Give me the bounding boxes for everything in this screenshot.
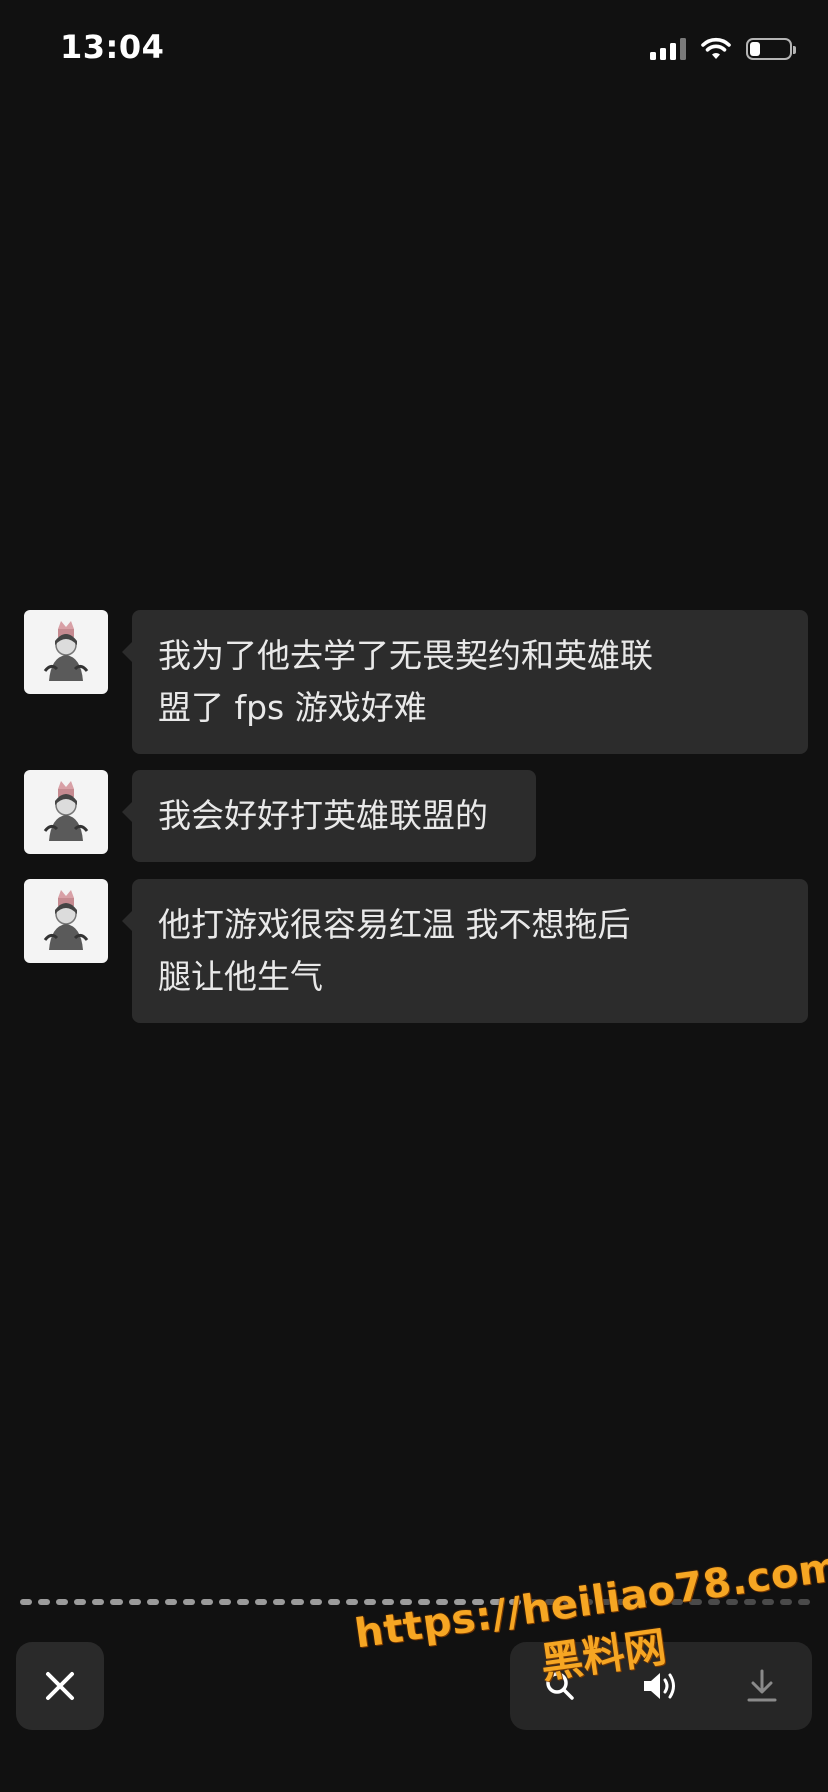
avatar[interactable] <box>24 879 108 963</box>
status-icons <box>650 36 796 62</box>
progress-segment <box>327 1599 340 1605</box>
progress-segment <box>110 1599 123 1605</box>
progress-segment <box>237 1599 250 1605</box>
message-row: 我会好好打英雄联盟的 <box>24 770 536 862</box>
message-bubble[interactable]: 他打游戏很容易红温 我不想拖后 腿让他生气 <box>122 879 808 1023</box>
close-button[interactable] <box>16 1642 104 1730</box>
avatar-figure-icon <box>43 781 89 841</box>
message-bubble[interactable]: 我会好好打英雄联盟的 <box>122 770 536 862</box>
progress-segment <box>381 1599 394 1605</box>
progress-segment <box>146 1599 159 1605</box>
progress-segment <box>345 1599 358 1605</box>
message-row: 他打游戏很容易红温 我不想拖后 腿让他生气 <box>24 879 808 1023</box>
signal-icon <box>650 38 686 60</box>
avatar-figure-icon <box>43 890 89 950</box>
progress-segment <box>219 1599 232 1605</box>
progress-segment <box>273 1599 286 1605</box>
message-text-line: 他打游戏很容易红温 我不想拖后 <box>158 905 631 944</box>
wifi-icon <box>701 37 731 59</box>
avatar-figure-icon <box>43 621 89 681</box>
progress-segment <box>20 1599 33 1605</box>
message-bubble[interactable]: 我为了他去学了无畏契约和英雄联 盟了 fps 游戏好难 <box>122 610 808 754</box>
progress-segment <box>164 1599 177 1605</box>
message-text-line: 我为了他去学了无畏契约和英雄联 <box>158 636 653 675</box>
progress-segment <box>128 1599 141 1605</box>
message-row: 我为了他去学了无畏契约和英雄联 盟了 fps 游戏好难 <box>24 610 808 754</box>
avatar[interactable] <box>24 610 108 694</box>
download-icon <box>747 1669 777 1702</box>
message-text-line: 盟了 fps 游戏好难 <box>158 688 427 727</box>
message-text-line: 我会好好打英雄联盟的 <box>158 796 488 835</box>
battery-icon <box>746 38 796 60</box>
message-text-line: 腿让他生气 <box>158 957 323 996</box>
progress-segment <box>74 1599 87 1605</box>
progress-segment <box>92 1599 105 1605</box>
avatar[interactable] <box>24 770 108 854</box>
progress-segment <box>255 1599 268 1605</box>
progress-segment <box>200 1599 214 1605</box>
progress-segment <box>309 1599 322 1605</box>
progress-segment <box>363 1599 376 1605</box>
status-time: 13:04 <box>60 28 165 66</box>
close-icon <box>46 1672 74 1700</box>
progress-segment <box>38 1599 51 1605</box>
progress-segment <box>56 1599 69 1605</box>
progress-segment <box>182 1599 195 1605</box>
progress-segment <box>291 1599 304 1605</box>
